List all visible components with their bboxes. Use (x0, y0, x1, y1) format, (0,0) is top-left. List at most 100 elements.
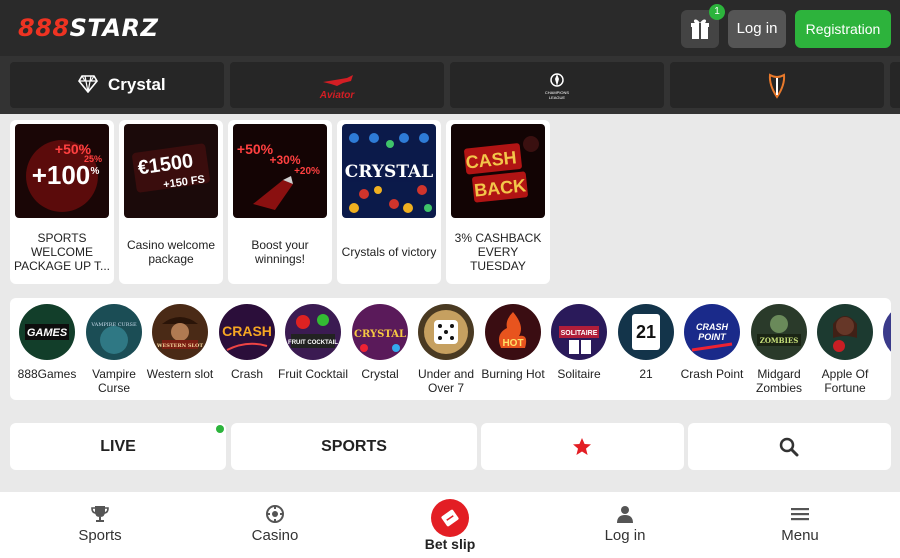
svg-text:LEAGUE: LEAGUE (549, 95, 566, 100)
bonus-image: €1500 +150 FS (124, 124, 218, 218)
game-crash[interactable]: CRASH Crash (214, 304, 280, 398)
gift-badge: 1 (709, 4, 725, 20)
svg-text:CRYSTAL: CRYSTAL (345, 162, 433, 182)
live-indicator-dot (216, 425, 224, 433)
game-midgard-zombies[interactable]: ZOMBIES Midgard Zombies (746, 304, 812, 398)
bonus-title: Casino welcome package (126, 238, 216, 266)
tab-casino-label: Casino (251, 527, 299, 544)
bonus-card-casino-welcome[interactable]: €1500 +150 FS Casino welcome package (119, 120, 223, 284)
game-label: Crystal (361, 367, 399, 381)
ticket-icon (441, 509, 459, 527)
game-thumbnail: CRASH POINT (684, 304, 740, 360)
gift-button[interactable]: 1 (681, 4, 725, 48)
bonus-image: +50% 25% +100 % (15, 124, 109, 218)
favorites-tab[interactable] (481, 423, 684, 470)
tab-menu[interactable]: Menu (710, 492, 890, 558)
bonus-title: 3% CASHBACK EVERY TUESDAY (454, 231, 542, 273)
promo-tab-champions-league[interactable]: CHAMPIONS LEAGUE (450, 62, 664, 108)
svg-text:+20%: +20% (294, 166, 320, 177)
promo-tab-label: Crystal (108, 75, 166, 94)
hamburger-menu-icon (791, 508, 809, 521)
games-carousel: GAMES 888Games VAMPIRE CURSE Vampire Cur… (10, 298, 891, 400)
game-label: Under and Over 7 (417, 367, 475, 395)
svg-text:ZOMBIES: ZOMBIES (760, 336, 799, 345)
game-label: 888Games (17, 367, 77, 381)
tab-casino[interactable]: Casino (185, 492, 365, 558)
game-thumbnail: FRUIT COCKTAIL (285, 304, 341, 360)
promo-tab-crystal[interactable]: Crystal (10, 62, 224, 108)
tab-sports[interactable]: Sports (10, 492, 190, 558)
search-icon (779, 437, 799, 457)
game-vampire-curse[interactable]: VAMPIRE CURSE Vampire Curse (81, 304, 147, 398)
bonus-image: CASH BACK (451, 124, 545, 218)
game-thumbnail: CRYSTAL (352, 304, 408, 360)
bonus-card-crystals-of-victory[interactable]: CRYSTAL Crystals of victory (337, 120, 441, 284)
svg-text:21: 21 (636, 322, 656, 342)
game-label: Solitaire (557, 367, 601, 381)
bonus-image: CRYSTAL (342, 124, 436, 218)
game-label: Vampire Curse (92, 367, 136, 395)
site-logo[interactable]: 888STARZ (18, 14, 158, 42)
star-icon (573, 438, 591, 455)
tab-login-label: Log in (604, 527, 646, 544)
svg-text:POINT: POINT (698, 332, 727, 342)
svg-text:WESTERN SLOT: WESTERN SLOT (156, 343, 204, 349)
game-thumbnail: HOT (485, 304, 541, 360)
sports-tab[interactable]: SPORTS (231, 423, 477, 470)
promo-tab-europa-league[interactable] (670, 62, 884, 108)
game-label: Burning Hot (481, 367, 545, 381)
game-fruit-cocktail[interactable]: FRUIT COCKTAIL Fruit Cocktail (278, 304, 348, 398)
login-button[interactable]: Log in (728, 10, 786, 48)
trophy-icon (91, 506, 109, 522)
svg-text:CRASH: CRASH (696, 322, 729, 332)
search-tab[interactable] (688, 423, 891, 470)
game-thumbnail: 21 (618, 304, 674, 360)
svg-text:+50%: +50% (237, 141, 274, 157)
tab-login[interactable]: Log in (535, 492, 715, 558)
bonus-title: SPORTS WELCOME PACKAGE UP T... (13, 231, 111, 273)
europa-league-logo (768, 73, 786, 99)
game-888games[interactable]: GAMES 888Games (14, 304, 80, 398)
game-burning-hot[interactable]: HOT Burning Hot (480, 304, 546, 398)
live-label: LIVE (100, 438, 136, 455)
game-label: 21 (639, 367, 653, 381)
svg-text:VAMPIRE CURSE: VAMPIRE CURSE (90, 322, 137, 328)
bonus-card-sports-welcome[interactable]: +50% 25% +100 % SPORTS WELCOME PACKAGE U… (10, 120, 114, 284)
tab-sports-label: Sports (78, 527, 122, 544)
svg-text:%: % (91, 166, 100, 177)
bet-slip-button[interactable] (431, 499, 469, 537)
game-thumbnail (817, 304, 873, 360)
game-thumbnail: VAMPIRE CURSE (86, 304, 142, 360)
game-label: Apple Of Fortune (821, 367, 869, 395)
svg-text:+30%: +30% (269, 153, 300, 167)
promo-tab-more[interactable] (890, 62, 900, 108)
casino-chip-icon (266, 505, 284, 523)
game-western-slot[interactable]: WESTERN SLOT Western slot (147, 304, 213, 398)
registration-button[interactable]: Registration (795, 10, 891, 48)
game-under-and-over-7[interactable]: Under and Over 7 (413, 304, 479, 398)
bonus-title: Boost your winnings! (251, 238, 309, 266)
game-thumbnail (883, 304, 891, 360)
live-tab[interactable]: LIVE (10, 423, 226, 470)
top-header: 888STARZ 1 Log in Registration (0, 0, 900, 56)
logo-text: STARZ (69, 14, 159, 42)
bet-slip-label: Bet slip (424, 536, 476, 552)
game-thumbnail: CRASH (219, 304, 275, 360)
game-thumbnail: SOLITAIRE (551, 304, 607, 360)
bonus-card-cashback[interactable]: CASH BACK 3% CASHBACK EVERY TUESDAY (446, 120, 550, 284)
game-label: Fruit Cocktail (277, 367, 348, 381)
game-label: Crash (230, 367, 263, 381)
game-label: Western slot (146, 367, 214, 381)
game-thumbnail: WESTERN SLOT (152, 304, 208, 360)
game-apple-of-fortune[interactable]: Apple Of Fortune (812, 304, 878, 398)
game-partial[interactable] (878, 304, 891, 398)
bonus-card-boost-winnings[interactable]: +50% +30% +20% Boost your winnings! (228, 120, 332, 284)
promo-strip: Crystal Aviator CHAMPIONS LEAGUE (0, 56, 900, 114)
promo-tab-aviator[interactable]: Aviator (230, 62, 444, 108)
bonus-title: Crystals of victory (341, 245, 437, 259)
svg-text:GAMES: GAMES (27, 327, 68, 339)
game-solitaire[interactable]: SOLITAIRE Solitaire (546, 304, 612, 398)
game-21[interactable]: 21 21 (613, 304, 679, 398)
game-crash-point[interactable]: CRASH POINT Crash Point (679, 304, 745, 398)
game-crystal[interactable]: CRYSTAL Crystal (347, 304, 413, 398)
